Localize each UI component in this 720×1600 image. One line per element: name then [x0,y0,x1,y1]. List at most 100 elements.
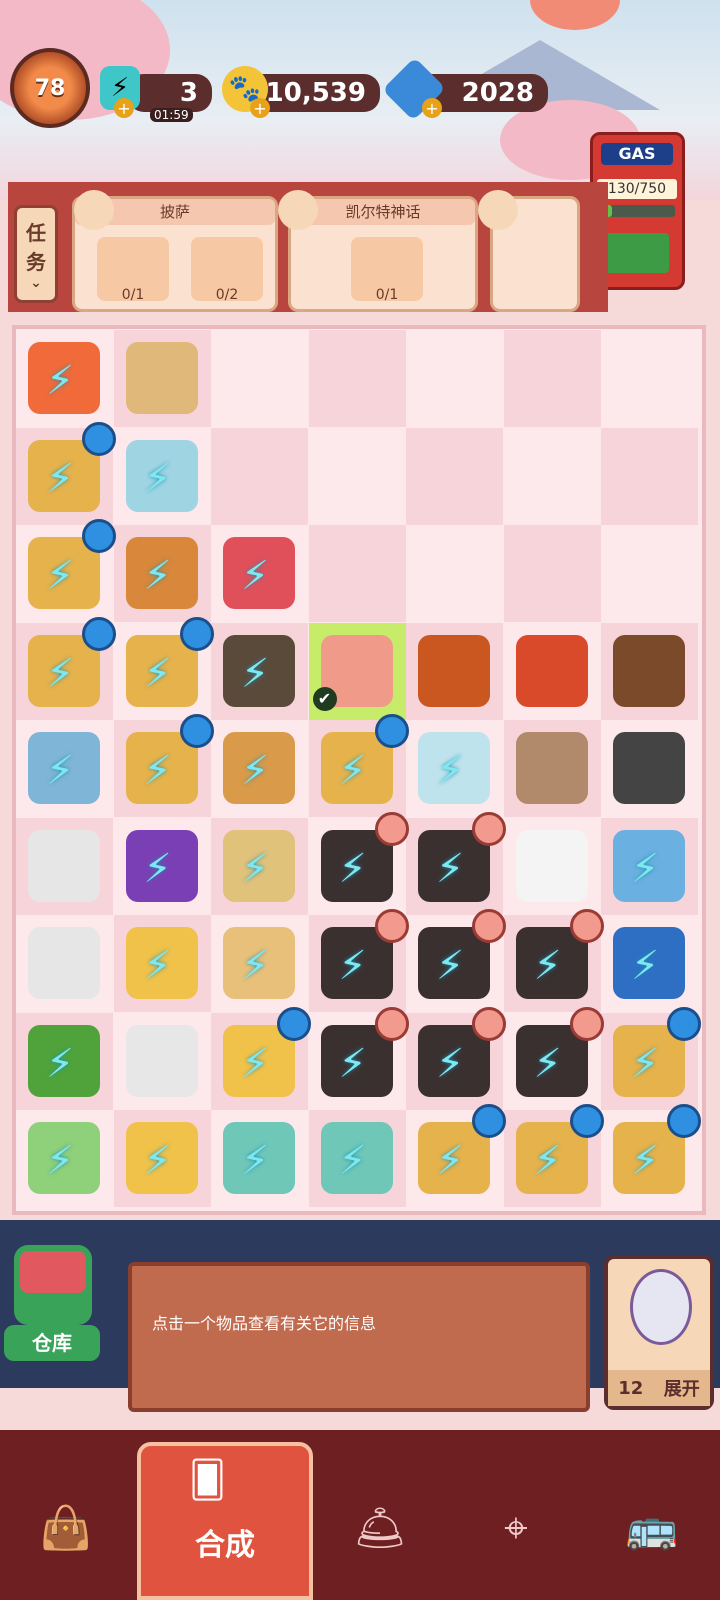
pizza-icon [74,190,114,230]
lightning-bolt-icon: ⚡ [241,650,270,697]
gas-can-icon [603,233,669,273]
nav-restaurant[interactable]: 🛎 [320,1468,440,1588]
lightning-bolt-icon: ⚡ [143,553,172,599]
add-coins-icon[interactable]: + [250,98,270,118]
timer-clock-icon [569,1006,604,1041]
merge-item[interactable] [515,829,588,902]
merge-item[interactable] [515,732,588,804]
board-cell[interactable] [309,428,406,525]
timer-clock-icon [179,714,214,748]
lightning-bolt-icon: ⚡ [436,1040,465,1087]
timer-clock-icon [277,1006,311,1041]
lightning-bolt-icon: ⚡ [241,1040,270,1087]
lightning-bolt-icon: ⚡ [631,943,660,989]
coin-value: 10,539 [265,78,366,108]
timer-clock-icon [82,519,116,553]
board-cell[interactable] [601,330,698,427]
lightning-bolt-icon: ⚡ [46,553,75,599]
lightning-bolt-icon: ⚡ [241,748,270,794]
merge-item[interactable] [125,342,198,414]
board-cell[interactable] [601,525,698,622]
lightning-bolt-icon: ⚡ [338,1138,367,1184]
board-cell[interactable] [406,525,503,622]
board-cell[interactable] [406,330,503,427]
storage-label: 仓库 [4,1325,100,1361]
map-icon: ⌖ [504,1503,528,1552]
expand-button[interactable]: 12 展开 [604,1255,714,1410]
merge-cards-icon: 🂠 [189,1460,226,1501]
timer-clock-icon [569,1104,604,1138]
task-req-count: 0/1 [375,287,399,303]
lightning-bolt-icon: ⚡ [143,943,172,989]
board-cell[interactable] [503,330,601,427]
lightning-bolt-icon: ⚡ [338,845,367,892]
task-req-count: 0/2 [215,287,239,303]
shop-bag-icon: 👜 [39,1503,93,1552]
lightning-bolt-icon: ⚡ [338,748,367,794]
item-info-message: 点击一个物品查看有关它的信息 [152,1314,377,1333]
nav-merge[interactable]: 🂠 合成 [137,1442,313,1600]
gas-progress-bar [599,205,675,217]
gas-reading: 130/750 [597,179,677,199]
lightning-bolt-icon: ⚡ [436,748,465,794]
board-cell[interactable] [503,525,601,622]
level-badge[interactable]: 78 [10,48,90,128]
lightning-bolt-icon: ⚡ [533,1040,562,1087]
energy-value: 3 [179,78,198,108]
add-gems-icon[interactable]: + [422,98,442,118]
lightning-bolt-icon: ⚡ [241,943,270,989]
storage-box-icon [14,1245,92,1325]
board-cell[interactable] [601,427,698,525]
lightning-bolt-icon: ⚡ [338,1040,367,1087]
merge-item[interactable] [613,732,685,804]
lightning-bolt-icon: ⚡ [46,1138,75,1184]
board-cell[interactable] [308,330,406,427]
board-cell[interactable] [211,427,308,525]
tasks-tab-label-top: 任 [26,221,46,245]
merge-item[interactable] [418,634,490,707]
check-icon: ✔ [312,686,337,711]
dagger-icon [278,190,318,230]
timer-clock-icon [667,1006,701,1041]
chevron-down-icon: ⌄ [30,275,42,291]
lightning-bolt-icon: ⚡ [436,845,465,892]
task-req-count: 0/1 [121,287,145,303]
lightning-bolt-icon: ⚡ [46,455,75,502]
merge-item[interactable] [125,1024,198,1097]
gas-title: GAS [601,143,673,165]
board-cell[interactable] [406,427,503,525]
nav-shop[interactable]: 👜 [6,1468,126,1588]
nav-travel[interactable]: 🚌 [592,1468,712,1588]
timer-clock-icon [472,1104,506,1138]
timer-clock-icon [667,1104,701,1138]
energy-counter[interactable]: 3 [128,74,212,112]
board-cell[interactable] [504,428,601,525]
lightning-bolt-icon: ⚡ [143,1138,172,1184]
lightning-bolt-icon: ⚡ [241,845,270,892]
lightning-bolt-icon: ⚡ [143,845,172,892]
merge-item[interactable] [28,829,100,902]
wind-chime-icon [630,1269,692,1345]
lightning-bolt-icon: ⚡ [143,748,172,794]
timer-clock-icon [179,616,214,651]
merge-item[interactable] [613,634,685,707]
item-info-panel: 点击一个物品查看有关它的信息 [128,1262,590,1412]
timer-clock-icon [82,616,116,651]
lightning-bolt-icon: ⚡ [631,1138,660,1184]
gem-value: 2028 [461,78,534,108]
board-cell[interactable] [211,330,308,427]
tasks-tab[interactable]: 任 务 ⌄ [14,205,58,303]
lightning-bolt-icon: ⚡ [436,1138,465,1184]
lightning-bolt-icon: ⚡ [46,650,75,697]
lightning-bolt-icon: ⚡ [436,943,465,989]
tasks-tab-label-bottom: 务 [26,250,46,274]
lightning-bolt-icon: ⚡ [533,943,562,989]
merge-item[interactable] [28,927,100,999]
merge-item[interactable] [515,634,588,707]
nav-map[interactable]: ⌖ [456,1468,576,1588]
add-energy-icon[interactable]: + [114,98,134,118]
task-title: 凯尔特神话 [291,199,475,225]
storage-button[interactable]: 仓库 [4,1245,100,1370]
board-cell[interactable] [308,525,406,622]
energy-timer: 01:59 [150,108,193,122]
